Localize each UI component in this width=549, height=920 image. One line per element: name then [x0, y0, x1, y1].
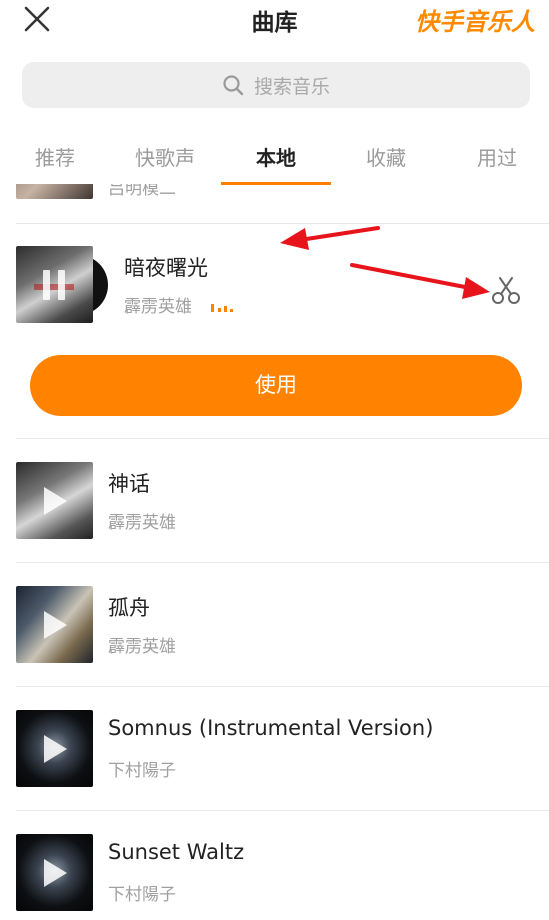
- playing-wave-icon: [211, 304, 233, 312]
- top-bar: 曲库 快手音乐人: [0, 0, 549, 40]
- scissors-icon[interactable]: [490, 274, 522, 306]
- divider: [16, 562, 549, 563]
- song-artist: 下村陽子: [108, 885, 176, 905]
- tab-local[interactable]: 本地: [221, 142, 331, 171]
- song-artist: 霹雳英雄: [124, 297, 192, 317]
- song-artist: 霹雳英雄: [108, 637, 176, 657]
- song-title: 暗夜曙光: [124, 256, 208, 280]
- search-input[interactable]: 搜索音乐: [22, 62, 530, 108]
- song-artist: 下村陽子: [108, 761, 176, 781]
- divider: [16, 223, 549, 224]
- album-cover: [16, 834, 93, 911]
- play-icon[interactable]: [42, 858, 68, 888]
- song-artist: 霹雳英雄: [108, 513, 176, 533]
- pause-icon[interactable]: [40, 268, 68, 302]
- play-icon[interactable]: [42, 734, 68, 764]
- tab-kuaigesheng[interactable]: 快歌声: [110, 142, 220, 171]
- divider: [16, 438, 549, 439]
- search-placeholder: 搜索音乐: [253, 75, 330, 98]
- tab-favorites[interactable]: 收藏: [331, 142, 441, 171]
- divider: [16, 810, 549, 811]
- album-cover: [16, 710, 93, 787]
- tab-recommend[interactable]: 推荐: [0, 142, 110, 171]
- use-button[interactable]: 使用: [30, 355, 522, 416]
- album-cover: [16, 184, 93, 199]
- brand-logo: 快手音乐人: [415, 8, 535, 36]
- album-cover: [16, 586, 93, 663]
- play-icon[interactable]: [42, 610, 68, 640]
- tab-bar: 推荐 快歌声 本地 收藏 用过: [0, 130, 549, 185]
- song-list[interactable]: 吕明模二 暗夜曙光 霹雳英雄 使用 神话 霹雳英雄 孤舟 霹雳英雄 Somnus…: [0, 184, 549, 920]
- play-icon[interactable]: [42, 486, 68, 516]
- divider: [16, 686, 549, 687]
- tab-used[interactable]: 用过: [442, 142, 549, 171]
- search-icon: [223, 75, 244, 96]
- song-title: Sunset Waltz: [108, 840, 245, 864]
- album-cover: [16, 462, 93, 539]
- song-title: 孤舟: [108, 596, 150, 620]
- song-title: 神话: [108, 472, 150, 496]
- song-artist: 吕明模二: [108, 184, 176, 199]
- song-title: Somnus (Instrumental Version): [108, 716, 434, 740]
